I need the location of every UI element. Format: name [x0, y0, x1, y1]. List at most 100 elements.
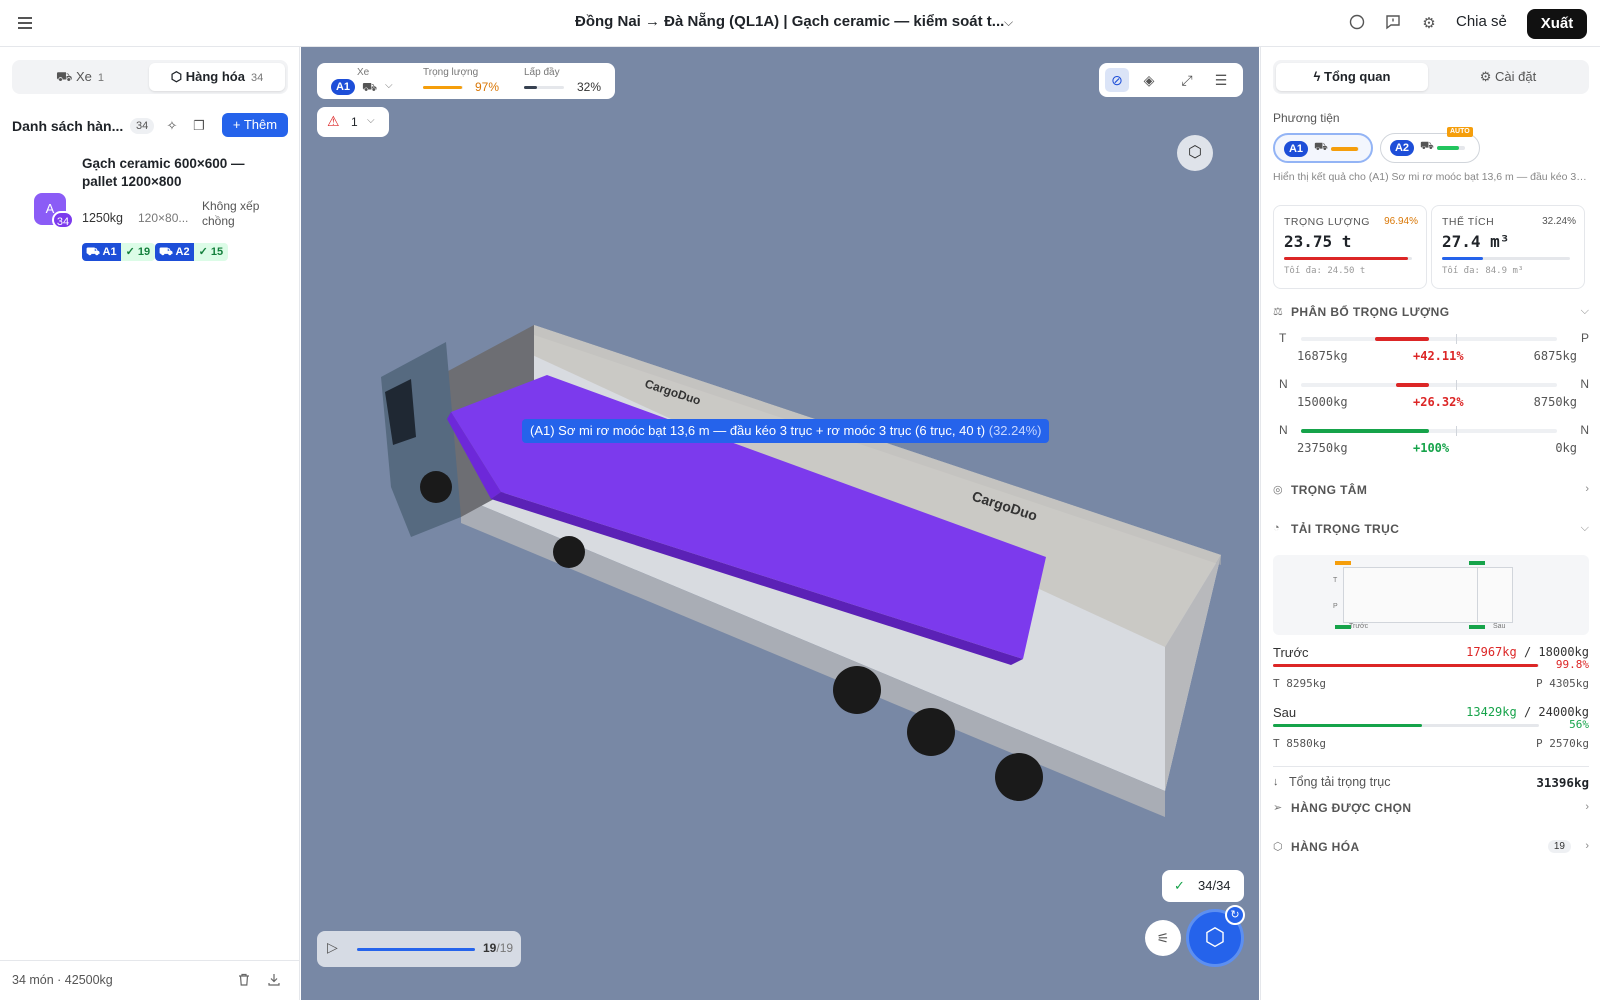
vehicle-overlay-name: (A1) Sơ mi rơ moóc bạt 13,6 m — đầu kéo … — [530, 423, 986, 438]
refresh-icon[interactable]: ↻ — [1225, 905, 1245, 925]
view-cube-icon[interactable]: ⬡ — [1177, 135, 1213, 171]
vehicle-description: Hiển thị kết quả cho (A1) Sơ mi rơ moóc … — [1273, 171, 1589, 183]
download-icon[interactable] — [268, 973, 284, 989]
section-selected-cargo[interactable]: ➢ HÀNG ĐƯỢC CHỌN › — [1273, 799, 1589, 819]
cargo-list-title: Danh sách hàn... — [12, 118, 124, 134]
section-title: HÀNG ĐƯỢC CHỌN — [1291, 801, 1412, 815]
truck-icon: ⛟ — [1314, 141, 1328, 153]
step-slider[interactable] — [357, 948, 475, 951]
placed-count[interactable]: ✓ 34/34 — [1162, 870, 1244, 902]
add-cargo-button[interactable]: + Thêm — [222, 113, 288, 137]
chat-icon[interactable] — [1347, 14, 1367, 34]
axle-load-value: 13429kg — [1466, 705, 1517, 719]
sliders-icon[interactable]: ☰ — [1209, 68, 1233, 92]
comment-icon[interactable] — [1383, 14, 1403, 34]
dist-track — [1301, 380, 1557, 390]
dist-center-mark — [1456, 426, 1457, 436]
dist-center-mark — [1456, 334, 1457, 344]
dist-fill — [1395, 383, 1429, 387]
quantity-badge: 34 — [52, 211, 74, 229]
wheel-trailer-3 — [995, 753, 1043, 801]
view-toolbar: ⊘ ◈ ⤢ ☰ — [1099, 63, 1243, 97]
chevron-right-icon: › — [1585, 801, 1589, 813]
metric-pct: 96.94% — [1384, 216, 1418, 227]
vehicle-chip-a1[interactable]: A1 ⛟ — [1273, 133, 1373, 163]
dist-right-label: N — [1580, 423, 1589, 437]
copy-icon[interactable]: ❐ — [189, 116, 209, 136]
bolt-icon: ϟ — [1313, 69, 1325, 84]
tab-vehicles[interactable]: ⛟ Xe 1 — [15, 63, 145, 91]
axle-pct: 99.8% — [1555, 658, 1589, 671]
tab-cargo[interactable]: ⬡ Hàng hóa 34 — [149, 63, 285, 91]
menu-icon[interactable] — [18, 14, 38, 32]
layers-icon[interactable]: ◈ — [1137, 68, 1161, 92]
chevron-down-icon: ⌵ — [1580, 522, 1589, 534]
export-button[interactable]: Xuất — [1527, 9, 1587, 39]
metric-max: Tối đa: 84.9 m³ — [1442, 266, 1524, 276]
weight-label: Trọng lượng — [423, 67, 479, 78]
metric-max: Tối đa: 24.50 t — [1284, 266, 1366, 276]
cargo-summary: 34 món · 42500kg — [12, 973, 113, 987]
chevron-down-icon[interactable]: ⌵ — [1004, 15, 1013, 30]
axle-front-top-bar — [1335, 561, 1351, 565]
fill-bar — [524, 86, 564, 89]
filter-icon[interactable]: ⚟ — [1145, 920, 1181, 956]
axle-rear-label: Sau — [1493, 623, 1506, 630]
axle-rear-bottom-bar — [1469, 625, 1485, 629]
item-name: Gạch ceramic 600×600 — pallet 1200×800 — [82, 156, 245, 189]
chevron-down-icon[interactable]: ⌵ — [385, 80, 393, 91]
left-footer: 34 món · 42500kg — [0, 960, 300, 1000]
right-panel: ϟ Tổng quan ⚙ Cài đặt Phương tiện A1 ⛟ A… — [1260, 47, 1600, 1000]
plan-title[interactable]: Đồng Nai → Đà Nẵng (QL1A) | Gạch ceramic… — [575, 13, 1004, 30]
tab-overview[interactable]: ϟ Tổng quan — [1276, 63, 1428, 91]
box-icon: ⬡ — [170, 69, 183, 84]
vehicle-id[interactable]: A1 — [331, 79, 355, 95]
section-cargo[interactable]: ⬡ HÀNG HÓA 19 › — [1273, 838, 1589, 858]
trash-icon[interactable] — [238, 973, 254, 989]
axle-name: Sau — [1273, 705, 1297, 720]
share-button[interactable]: Chia sẻ — [1456, 13, 1507, 30]
vehicle-tag-a2: ⛟ A2 ✓ 15 — [155, 243, 229, 261]
dist-mid-value: +26.32% — [1413, 395, 1464, 409]
scale-icon: ⚖ — [1273, 306, 1283, 318]
sparkle-icon[interactable]: ✧ — [162, 116, 182, 136]
3d-viewport[interactable]: CargoDuo CargoDuo Xe A1 ⛟ ⌵ Trọng lượng … — [301, 47, 1259, 1000]
check-icon: ✓ — [1174, 878, 1185, 893]
weight-metric: TRỌNG LƯỢNG 96.94% 23.75 t Tối đa: 24.50… — [1273, 205, 1427, 289]
axle-limit: / 24000kg — [1523, 705, 1589, 719]
dist-fill — [1301, 429, 1429, 433]
chevron-right-icon: › — [1585, 840, 1589, 852]
axle-limit: / 18000kg — [1523, 645, 1589, 659]
top-bar: Đồng Nai → Đà Nẵng (QL1A) | Gạch ceramic… — [0, 0, 1600, 47]
axle-total-value: 31396kg — [1536, 775, 1589, 790]
play-icon[interactable]: ▷ — [327, 939, 347, 959]
section-center-of-gravity[interactable]: ◎ TRỌNG TÂM › — [1273, 481, 1589, 501]
fill-bar-fill — [524, 86, 537, 89]
list-item[interactable]: A 34 Gạch ceramic 600×600 — pallet 1200×… — [30, 155, 288, 265]
warnings-button[interactable]: ⚠ 1 ⌵ — [317, 107, 389, 137]
vehicle-fill-bar — [1437, 146, 1465, 150]
axle-total-label: Tổng tải trọng trục — [1289, 775, 1391, 789]
step-counter: 19/19 — [483, 941, 513, 955]
metric-label: THỂ TÍCH — [1442, 216, 1495, 228]
section-weight-distribution[interactable]: ⚖ PHÂN BỔ TRỌNG LƯỢNG ⌵ — [1273, 303, 1589, 323]
axle-bar — [1273, 664, 1539, 667]
dist-mid-value: +42.11% — [1413, 349, 1464, 363]
volume-metric: THỂ TÍCH 32.24% 27.4 m³ Tối đa: 84.9 m³ — [1431, 205, 1585, 289]
section-axle-load[interactable]: ◔ TẢI TRỌNG TRỤC ⌵ — [1273, 520, 1589, 540]
vehicle-fill — [1437, 146, 1460, 150]
distribution-row: N N 23750kg +100% 0kg — [1273, 423, 1589, 463]
tab-label: Xe — [75, 69, 92, 84]
chevron-down-icon: ⌵ — [367, 115, 375, 126]
vehicle-chip-a2[interactable]: A2 ⛟ — [1380, 133, 1480, 163]
axle-front: Trước 17967kg / 18000kg 99.8% T 8295kg P… — [1273, 645, 1589, 701]
metric-bar — [1284, 257, 1412, 260]
magnet-icon[interactable]: ⊘ — [1105, 68, 1129, 92]
truck-scene[interactable]: CargoDuo CargoDuo — [301, 47, 1259, 1000]
box-icon: ⬡ — [1273, 841, 1283, 853]
expand-icon[interactable]: ⤢ — [1175, 68, 1199, 92]
tab-settings[interactable]: ⚙ Cài đặt — [1432, 63, 1584, 91]
cargo-list-count: 34 — [130, 118, 155, 134]
vehicle-overlay-pct: (32.24%) — [988, 423, 1042, 438]
gear-icon[interactable]: ⚙ — [1419, 14, 1439, 34]
